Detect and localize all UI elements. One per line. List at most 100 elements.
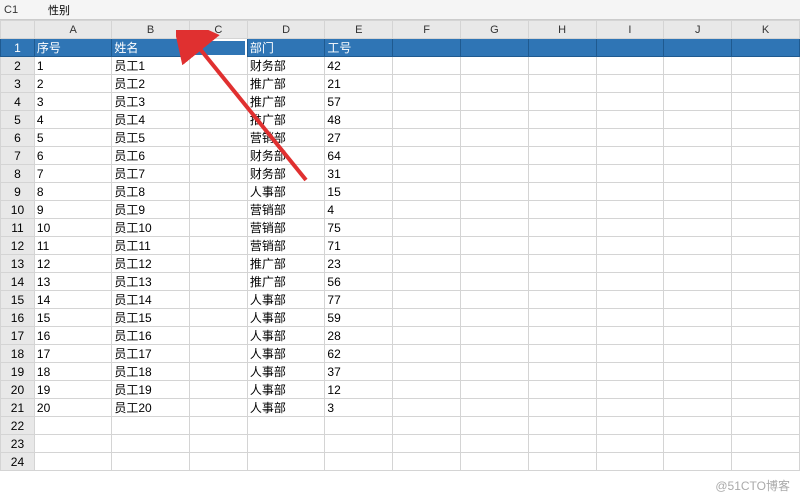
cell[interactable]: 23 [325, 255, 393, 273]
cell[interactable] [596, 453, 664, 471]
cell[interactable] [393, 183, 461, 201]
cell[interactable]: 12 [325, 381, 393, 399]
cell[interactable] [189, 165, 247, 183]
cell[interactable]: 48 [325, 111, 393, 129]
cell[interactable] [664, 147, 732, 165]
col-header-J[interactable]: J [664, 21, 732, 39]
cell[interactable] [732, 237, 800, 255]
cell[interactable] [528, 291, 596, 309]
row-header[interactable]: 11 [1, 219, 35, 237]
cell[interactable] [460, 93, 528, 111]
cell[interactable] [664, 345, 732, 363]
cell[interactable] [528, 93, 596, 111]
cell[interactable] [664, 309, 732, 327]
cell[interactable] [664, 75, 732, 93]
cell[interactable] [732, 183, 800, 201]
cell[interactable] [664, 57, 732, 75]
row-header[interactable]: 12 [1, 237, 35, 255]
cell[interactable] [596, 345, 664, 363]
cell[interactable]: 3 [34, 93, 111, 111]
cell[interactable] [528, 417, 596, 435]
cell[interactable]: 6 [34, 147, 111, 165]
cell[interactable] [528, 273, 596, 291]
col-header-C[interactable]: C [189, 21, 247, 39]
cell[interactable]: 12 [34, 255, 111, 273]
cell[interactable] [664, 291, 732, 309]
cell[interactable]: 推广部 [247, 93, 324, 111]
formula-input[interactable] [44, 4, 796, 16]
cell[interactable] [596, 93, 664, 111]
cell[interactable]: 员工6 [112, 147, 189, 165]
cell[interactable] [189, 345, 247, 363]
cell[interactable]: 人事部 [247, 183, 324, 201]
cell[interactable] [596, 75, 664, 93]
cell[interactable] [460, 345, 528, 363]
header-cell[interactable] [664, 39, 732, 57]
cell[interactable]: 员工18 [112, 363, 189, 381]
cell[interactable]: 9 [34, 201, 111, 219]
row-header[interactable]: 19 [1, 363, 35, 381]
cell[interactable] [393, 219, 461, 237]
cell[interactable]: 17 [34, 345, 111, 363]
cell[interactable]: 员工12 [112, 255, 189, 273]
cell[interactable] [460, 381, 528, 399]
cell[interactable]: 员工4 [112, 111, 189, 129]
cell[interactable]: 员工8 [112, 183, 189, 201]
cell[interactable] [393, 237, 461, 255]
select-all-corner[interactable] [1, 21, 35, 39]
row-header[interactable]: 14 [1, 273, 35, 291]
row-header[interactable]: 21 [1, 399, 35, 417]
cell[interactable] [596, 273, 664, 291]
cell[interactable] [664, 381, 732, 399]
header-cell[interactable] [460, 39, 528, 57]
row-header[interactable]: 4 [1, 93, 35, 111]
cell[interactable]: 75 [325, 219, 393, 237]
col-header-A[interactable]: A [34, 21, 111, 39]
cell[interactable] [189, 435, 247, 453]
row-header[interactable]: 8 [1, 165, 35, 183]
cell[interactable] [189, 255, 247, 273]
cell[interactable] [528, 453, 596, 471]
cell[interactable] [596, 399, 664, 417]
cell[interactable] [393, 147, 461, 165]
cell[interactable] [189, 399, 247, 417]
cell[interactable]: 28 [325, 327, 393, 345]
cell[interactable] [528, 363, 596, 381]
cell[interactable] [664, 363, 732, 381]
cell[interactable] [732, 363, 800, 381]
cell[interactable] [460, 165, 528, 183]
cell[interactable] [189, 327, 247, 345]
cell[interactable] [393, 255, 461, 273]
cell[interactable]: 营销部 [247, 219, 324, 237]
cell[interactable]: 员工13 [112, 273, 189, 291]
cell[interactable] [596, 291, 664, 309]
cell[interactable] [393, 363, 461, 381]
cell[interactable] [596, 111, 664, 129]
cell[interactable] [528, 165, 596, 183]
cell[interactable]: 59 [325, 309, 393, 327]
cell[interactable] [528, 435, 596, 453]
row-header[interactable]: 5 [1, 111, 35, 129]
cell[interactable] [112, 453, 189, 471]
cell[interactable]: 人事部 [247, 399, 324, 417]
cell[interactable] [596, 219, 664, 237]
cell[interactable]: 员工10 [112, 219, 189, 237]
cell[interactable]: 员工7 [112, 165, 189, 183]
cell[interactable] [664, 183, 732, 201]
cell[interactable] [596, 129, 664, 147]
cell[interactable] [732, 165, 800, 183]
cell[interactable] [664, 453, 732, 471]
cell[interactable]: 1 [34, 57, 111, 75]
cell[interactable] [460, 201, 528, 219]
cell[interactable]: 19 [34, 381, 111, 399]
cell[interactable] [393, 291, 461, 309]
row-header[interactable]: 23 [1, 435, 35, 453]
cell[interactable] [189, 57, 247, 75]
cell[interactable]: 42 [325, 57, 393, 75]
cell[interactable] [393, 309, 461, 327]
cell[interactable] [664, 327, 732, 345]
cell[interactable] [732, 147, 800, 165]
cell[interactable] [664, 129, 732, 147]
cell[interactable] [664, 255, 732, 273]
cell[interactable] [664, 93, 732, 111]
